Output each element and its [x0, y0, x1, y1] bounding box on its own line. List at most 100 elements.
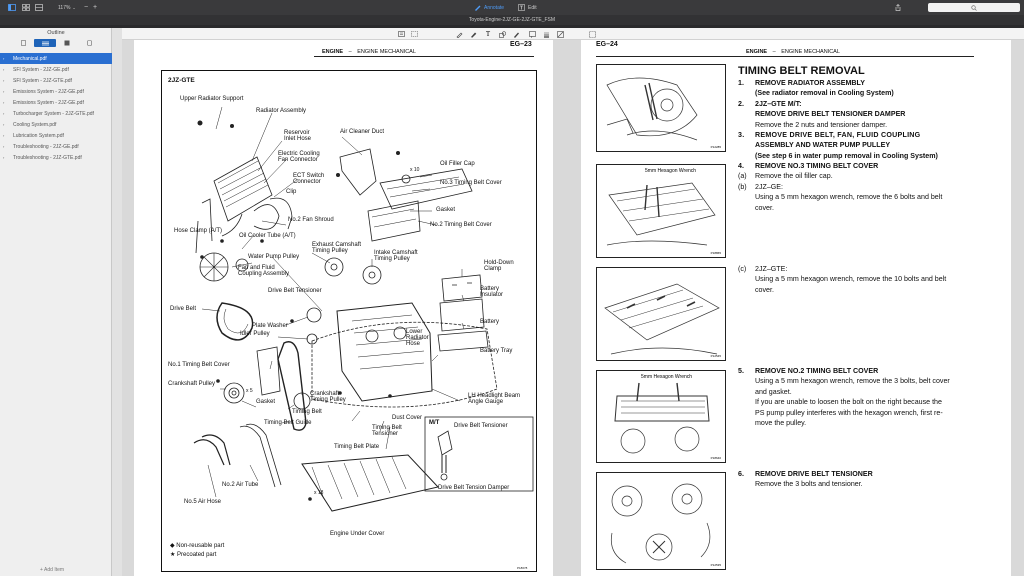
step-4: 4. REMOVE NO.3 TIMING BELT COVER (a) Remov… [738, 161, 1008, 213]
label-hold-down-clamp: Hold-Down Clamp [484, 260, 514, 272]
color-picker-icon[interactable] [556, 30, 564, 38]
label-clip: Clip [286, 189, 297, 195]
header-section: ENGINE [746, 49, 768, 55]
figure-artwork [614, 382, 710, 454]
figure-code: P18640 [710, 456, 721, 460]
sidebar-view-tabs [12, 39, 100, 47]
step-heading: 2JZ–GTE M/T: [755, 100, 802, 108]
page-number-text: EG–24 [596, 41, 618, 48]
contact-sheet-icon[interactable] [35, 3, 43, 12]
diagram-title: 2JZ-GTE [168, 77, 195, 84]
zoom-select[interactable]: 117% ⌄ [58, 3, 76, 12]
label-battery: Battery [480, 319, 500, 325]
outline-item[interactable]: › Emissions System - 2JZ-GE.pdf [0, 86, 112, 97]
zoom-in-button[interactable]: + [93, 3, 97, 12]
label-mt-drive-belt-tensioner: Drive Belt Tensioner [454, 423, 508, 429]
outline-item-mechanical[interactable]: › Mechanical.pdf [0, 53, 112, 64]
label-radiator-assembly: Radiator Assembly [256, 108, 307, 114]
tab-annotations[interactable] [78, 39, 100, 47]
outline-item-label: Cooling System.pdf [13, 121, 57, 128]
label-lower-radiator-hose: Lower Radiator Hose [406, 329, 429, 347]
list-icon [41, 41, 49, 45]
step-text: (See radiator removal in Cooling System) [755, 89, 894, 98]
figure-caption: 5mm Hexagon Wrench [641, 374, 693, 380]
chevron-right-icon: › [3, 111, 5, 116]
page-number-text: EG–23 [510, 41, 532, 48]
step-6: 6. REMOVE DRIVE BELT TENSIONER Remove the… [738, 469, 1008, 490]
label-timing-belt-tensioner: Timing Belt Tensioner [372, 425, 402, 437]
text-tool-icon[interactable]: T [484, 30, 492, 38]
step-text: 2JZ–GE: [755, 182, 783, 191]
step-heading: REMOVE DRIVE BELT TENSIONER [755, 470, 873, 478]
figure-no2-cover: 5mm Hexagon Wrench P18640 [596, 370, 726, 463]
outline-item[interactable]: › Cooling System.pdf [0, 119, 112, 130]
outline-item-label: SFI System - 2JZ-GE.pdf [13, 66, 69, 73]
edit-button[interactable]: Edit [518, 3, 537, 12]
shapes-icon[interactable] [498, 30, 506, 38]
label-no2-fan-shroud: No.2 Fan Shroud [288, 217, 334, 223]
step-text: Remove the 2 nuts and tensioner damper. [755, 120, 888, 129]
tab-outline[interactable] [34, 39, 56, 47]
tab-thumbnails[interactable] [12, 39, 34, 47]
step-text: If you are unable to loosen the bolt on … [755, 398, 942, 407]
header-separator: – [772, 49, 776, 55]
note-icon [86, 40, 92, 46]
step-2: 2. 2JZ–GTE M/T: REMOVE DRIVE BELT TENSION… [738, 99, 1008, 130]
label-oil-filler-cap: Oil Filler Cap [440, 161, 475, 167]
text-select-icon[interactable] [397, 30, 405, 38]
outline-item[interactable]: › SFI System - 2JZ-GTE.pdf [0, 75, 112, 86]
pen-icon[interactable] [455, 30, 463, 38]
step-text: 2JZ–GTE: [755, 265, 788, 273]
figure-artwork [606, 182, 716, 246]
sidebar-toggle-icon[interactable] [8, 3, 16, 12]
label-intake-camshaft-pulley: Intake Camshaft Timing Pulley [374, 250, 418, 262]
share-icon[interactable] [895, 3, 901, 12]
outline-item[interactable]: › Turbocharger System - 2JZ-GTE.pdf [0, 108, 112, 119]
outline-item[interactable]: › Troubleshooting - 2JZ-GE.pdf [0, 141, 112, 152]
figure-artwork [610, 483, 711, 564]
outline-item-label: Mechanical.pdf [13, 55, 47, 62]
label-x18: x 18 [314, 490, 324, 496]
note-icon[interactable] [528, 30, 536, 38]
tab-bookmarks[interactable] [56, 39, 78, 47]
label-x10: x 10 [410, 167, 420, 173]
page-header: ENGINE – ENGINE MECHANICAL [322, 49, 416, 55]
zoom-out-button[interactable]: − [84, 3, 88, 12]
grid-view-icon[interactable] [22, 3, 30, 12]
signature-icon[interactable] [512, 30, 520, 38]
figure-artwork [606, 77, 698, 141]
crop-icon[interactable] [588, 30, 596, 38]
outline-item[interactable]: › Lubrication System.pdf [0, 130, 112, 141]
annotate-button[interactable]: Annotate [474, 3, 504, 12]
label-no1-timing-belt-cover: No.1 Timing Belt Cover [168, 362, 230, 368]
step-text: Using a 5 mm hexagon wrench, remove the … [755, 275, 947, 284]
sidebar-divider[interactable] [112, 28, 122, 576]
step-text: cover. [755, 203, 774, 212]
figure-drive-belt-tensioner: P12535 [596, 472, 726, 570]
figure-artwork [604, 283, 720, 355]
label-oil-cooler-tube: Oil Cooler Tube (A/T) [239, 233, 296, 239]
add-item-button[interactable]: + Add Item [40, 567, 64, 573]
chevron-right-icon: › [3, 100, 5, 105]
line-style-icon[interactable] [542, 30, 550, 38]
outline-item[interactable]: › Emissions System - 2JZ-GE.pdf [0, 97, 112, 108]
label-no3-timing-belt-cover: No.3 Timing Belt Cover [440, 180, 502, 186]
outline-item[interactable]: › SFI System - 2JZ-GE.pdf [0, 64, 112, 75]
outline-item[interactable]: › Troubleshooting - 2JZ-GTE.pdf [0, 152, 112, 163]
figure-radiator: P12285 [596, 64, 726, 152]
label-dust-cover: Dust Cover [392, 415, 423, 421]
highlighter-icon[interactable] [469, 30, 477, 38]
step-4c: (c) 2JZ–GTE: Using a 5 mm hexagon wrench,… [738, 264, 1008, 295]
label-drive-belt-tension-damper: Drive Belt Tension Damper [438, 485, 510, 491]
search-input[interactable] [928, 3, 1020, 12]
step-text: PS pump pulley interferes with the hexag… [755, 408, 943, 417]
step-heading: ASSEMBLY AND WATER PUMP PULLEY [755, 141, 891, 150]
header-rule [314, 56, 534, 57]
radiator-shape [213, 156, 273, 222]
label-electric-cooling-fan-connector: Electric Cooling Fan Connector [278, 151, 320, 163]
step-text: and gasket. [755, 387, 792, 396]
figure-caption: 5mm Hexagon Wrench [645, 168, 697, 174]
document-viewer[interactable]: ENGINE – ENGINE MECHANICAL EG–23 2JZ-GTE… [122, 40, 1024, 576]
chevron-right-icon: › [3, 89, 5, 94]
rect-select-icon[interactable] [410, 30, 418, 38]
